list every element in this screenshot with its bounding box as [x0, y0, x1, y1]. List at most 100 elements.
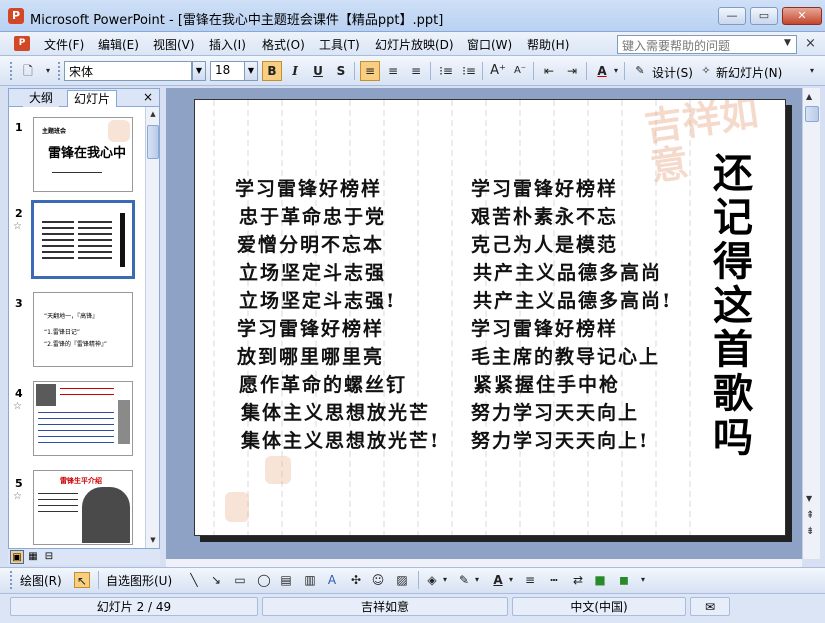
line-color-icon[interactable]: ✎ [456, 572, 472, 588]
toolbar-grip[interactable] [10, 62, 13, 80]
align-right-icon[interactable]: ≡ [406, 61, 426, 81]
slide-thumbnail-3[interactable]: “天翻地一，『高锋』 “1.雷锋日记” “2.雷锋的『雷锋精神』” [33, 292, 133, 367]
draw-font-color-icon[interactable]: A [490, 572, 506, 588]
lyric-right-4: 共产主义品德多高尚 [473, 262, 663, 284]
next-slide-icon[interactable]: ⇟ [806, 526, 814, 537]
menu-help[interactable]: 帮助(H) [527, 36, 569, 53]
close-button[interactable]: ✕ [782, 7, 822, 25]
slide-thumbnail-4[interactable] [33, 381, 133, 456]
menu-insert[interactable]: 插入(I) [209, 36, 246, 53]
line-style-icon[interactable]: ≡ [522, 572, 538, 588]
panel-close-icon[interactable]: × [143, 90, 153, 104]
numbered-list-icon[interactable]: ⁝≡ [436, 61, 456, 81]
menu-file[interactable]: 文件(F) [44, 36, 84, 53]
thumb-text-line [38, 511, 78, 512]
oval-tool-icon[interactable]: ◯ [256, 572, 272, 588]
scroll-thumb[interactable] [147, 125, 159, 159]
shadow-button[interactable]: S [331, 61, 351, 81]
new-document-icon[interactable]: 🗋 [18, 61, 38, 81]
increase-font-size-icon[interactable]: A⁺ [488, 61, 508, 81]
picture-icon[interactable]: ▨ [394, 572, 410, 588]
current-slide[interactable]: 吉祥如意 学习雷锋好榜样 忠于革命忠于党 爱憎分明不忘本 立场坚定斗志强 立场坚… [194, 99, 786, 536]
bold-button[interactable]: B [262, 61, 282, 81]
menu-edit[interactable]: 编辑(E) [98, 36, 139, 53]
minimize-button[interactable]: — [718, 7, 746, 25]
font-name-dropdown-icon[interactable]: ▼ [192, 61, 206, 81]
font-size-select[interactable]: 18 [210, 61, 246, 81]
dash-style-icon[interactable]: ┅ [546, 572, 562, 588]
menu-window[interactable]: 窗口(W) [467, 36, 512, 53]
clipart-icon[interactable]: ☺ [370, 572, 386, 588]
align-left-icon[interactable]: ≡ [360, 61, 380, 81]
slide-thumbnail-2[interactable] [31, 200, 135, 279]
document-icon[interactable]: P [14, 36, 30, 51]
menu-slideshow[interactable]: 幻灯片放映(D) [375, 36, 454, 53]
arrow-tool-icon[interactable]: ↘ [208, 572, 224, 588]
font-name-select[interactable]: 宋体 [64, 61, 192, 81]
new-slide-icon[interactable]: ✧ [696, 61, 716, 81]
toolbar-grip[interactable] [58, 62, 61, 80]
line-tool-icon[interactable]: ╲ [186, 572, 202, 588]
autoshapes-menu-button[interactable]: 自选图形(U) [106, 572, 172, 589]
align-center-icon[interactable]: ≡ [383, 61, 403, 81]
font-color-dropdown-icon[interactable]: ▾ [611, 61, 621, 81]
menu-view[interactable]: 视图(V) [153, 36, 195, 53]
spelling-status-icon[interactable]: ✉ [690, 597, 730, 616]
thumb-text-line [38, 412, 114, 413]
scroll-down-icon[interactable]: ▼ [806, 494, 812, 503]
design-icon[interactable]: ✎ [630, 61, 650, 81]
toolbar-grip[interactable] [10, 571, 13, 589]
toolbar-options-icon[interactable]: ▾ [805, 61, 819, 81]
menu-tools[interactable]: 工具(T) [319, 36, 360, 53]
italic-button[interactable]: I [285, 61, 305, 81]
panel-scrollbar[interactable]: ▲ ▼ [145, 107, 159, 548]
shadow-style-icon[interactable]: ■ [592, 572, 608, 588]
fill-color-dropdown-icon[interactable]: ▾ [440, 572, 450, 588]
slideshow-icon[interactable]: ⊟ [42, 550, 56, 564]
scroll-up-icon[interactable]: ▲ [806, 92, 812, 101]
draw-font-color-dropdown-icon[interactable]: ▾ [506, 572, 516, 588]
vertical-textbox-icon[interactable]: ▥ [302, 572, 318, 588]
tab-slides[interactable]: 幻灯片 [67, 90, 118, 107]
underline-button[interactable]: U [308, 61, 328, 81]
bullet-list-icon[interactable]: ⁝≡ [459, 61, 479, 81]
wordart-icon[interactable]: A [324, 572, 340, 588]
decrease-indent-icon[interactable]: ⇤ [539, 61, 559, 81]
diagram-icon[interactable]: ✣ [348, 572, 364, 588]
slide-sorter-icon[interactable]: ▦ [26, 550, 40, 564]
help-search-input[interactable]: 键入需要帮助的问题 [617, 35, 797, 54]
menu-format[interactable]: 格式(O) [262, 36, 305, 53]
maximize-button[interactable]: ▭ [750, 7, 778, 25]
editor-hscrollbar[interactable] [166, 559, 802, 567]
new-slide-button[interactable]: 新幻灯片(N) [716, 64, 782, 81]
design-button[interactable]: 设计(S) [652, 64, 693, 81]
help-dropdown-icon[interactable]: ▼ [784, 38, 791, 48]
textbox-tool-icon[interactable]: ▤ [278, 572, 294, 588]
decrease-font-size-icon[interactable]: A⁻ [510, 61, 530, 81]
scroll-thumb[interactable] [805, 106, 819, 122]
arrow-style-icon[interactable]: ⇄ [570, 572, 586, 588]
rectangle-tool-icon[interactable]: ▭ [232, 572, 248, 588]
select-pointer-icon[interactable]: ↖ [74, 572, 90, 588]
scroll-up-icon[interactable]: ▲ [147, 107, 159, 121]
previous-slide-icon[interactable]: ⇞ [806, 510, 814, 521]
increase-indent-icon[interactable]: ⇥ [562, 61, 582, 81]
scroll-down-icon[interactable]: ▼ [147, 533, 159, 547]
draw-menu-button[interactable]: 绘图(R) [20, 572, 62, 589]
line-color-dropdown-icon[interactable]: ▾ [472, 572, 482, 588]
slide-thumbnail-1[interactable]: 主题班会 雷锋在我心中 [33, 117, 133, 192]
slide-thumbnail-5[interactable]: 雷锋生平介绍 [33, 470, 133, 545]
font-color-icon[interactable]: A [592, 61, 612, 81]
lyric-left-2: 忠于革命忠于党 [239, 206, 387, 228]
tab-outline[interactable]: 大纲 [23, 90, 60, 107]
fill-color-icon[interactable]: ◈ [424, 572, 440, 588]
lyric-left-3: 爱憎分明不忘本 [237, 234, 385, 256]
3d-style-icon[interactable]: ◼ [616, 572, 632, 588]
font-size-dropdown-icon[interactable]: ▼ [244, 61, 258, 81]
editor-scrollbar[interactable]: ▲ ▼ ⇞ ⇟ [802, 88, 820, 559]
toolbar-options-icon[interactable]: ▾ [638, 572, 648, 588]
document-close-icon[interactable]: × [805, 36, 816, 51]
toolbar-options-icon[interactable]: ▾ [38, 61, 58, 81]
normal-view-icon[interactable]: ▣ [10, 550, 24, 564]
powerpoint-app-icon[interactable]: P [8, 8, 24, 24]
